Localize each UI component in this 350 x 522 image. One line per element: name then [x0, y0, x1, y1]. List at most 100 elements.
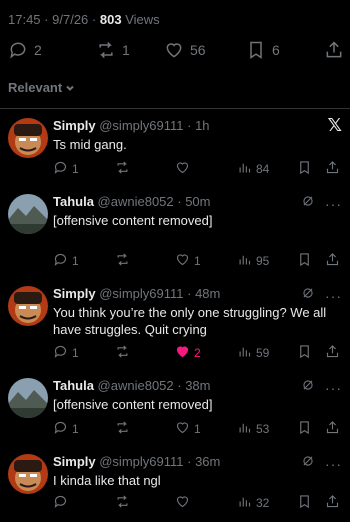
bookmark-button[interactable]: [297, 344, 312, 362]
avatar[interactable]: [8, 454, 48, 494]
reply-age[interactable]: 48m: [195, 286, 220, 301]
speech-bubble-icon: [53, 160, 68, 178]
avatar[interactable]: [8, 194, 48, 234]
heart-icon: [166, 43, 182, 58]
reply-item[interactable]: Tahula @awnie8052 · 50m ··· [offensive con…: [0, 190, 350, 278]
author-handle[interactable]: @simply69111: [96, 286, 183, 301]
author-name[interactable]: Simply: [53, 118, 96, 133]
reply-button[interactable]: 1: [53, 252, 79, 270]
reply-item[interactable]: Simply @simply69111 · 48m ··· You think yo…: [0, 282, 350, 370]
bookmark-button[interactable]: [297, 420, 312, 438]
author-handle[interactable]: @awnie8052: [94, 378, 174, 393]
reply-button[interactable]: 1: [53, 420, 79, 438]
avatar[interactable]: [8, 378, 48, 418]
views-count: 84: [256, 162, 270, 176]
like-button[interactable]: 2: [175, 344, 201, 362]
reply-age[interactable]: 36m: [195, 454, 220, 469]
sort-selector[interactable]: Relevant: [8, 80, 75, 95]
like-button[interactable]: 1: [175, 252, 201, 270]
author-handle[interactable]: @awnie8052: [94, 194, 174, 209]
author-name[interactable]: Tahula: [53, 194, 94, 209]
more-dots-icon[interactable]: ···: [325, 457, 342, 471]
repost-button[interactable]: [115, 420, 134, 438]
share-upload-icon: [325, 494, 340, 512]
bookmark-button[interactable]: [297, 494, 312, 512]
author-handle[interactable]: @simply69111: [96, 454, 183, 469]
reply-actions: 1 1 95: [53, 252, 343, 272]
share-button[interactable]: [325, 252, 340, 270]
grok-icon[interactable]: [301, 194, 315, 213]
bar-chart-icon: [237, 420, 252, 438]
heart-icon: [175, 494, 190, 512]
repost-button[interactable]: [115, 344, 134, 362]
repost-button[interactable]: [115, 252, 134, 270]
more-dots-icon[interactable]: ···: [325, 381, 342, 395]
bookmark-count: 6: [272, 42, 280, 58]
views-count: 59: [256, 346, 270, 360]
speech-bubble-icon: [53, 420, 68, 438]
reply-stat-button[interactable]: 2: [8, 40, 42, 60]
share-button[interactable]: [325, 160, 340, 178]
views-button[interactable]: 32: [237, 494, 269, 512]
reply-button[interactable]: 1: [53, 160, 79, 178]
reply-text: Ts mid gang.: [53, 137, 127, 152]
views-button[interactable]: 59: [237, 344, 269, 362]
views-label: Views: [125, 12, 160, 27]
grok-icon[interactable]: [301, 454, 315, 473]
like-count: 2: [194, 346, 201, 360]
reply-item[interactable]: Simply @simply69111 · 36m ··· I kinda like…: [0, 450, 350, 522]
author-name[interactable]: Tahula: [53, 378, 94, 393]
repost-stat-button[interactable]: 1: [96, 40, 130, 60]
views-button[interactable]: 95: [237, 252, 269, 270]
reply-item[interactable]: Tahula @awnie8052 · 38m ··· [offensive con…: [0, 374, 350, 446]
reply-age[interactable]: 1h: [195, 118, 209, 133]
reply-age[interactable]: 50m: [185, 194, 210, 209]
share-button[interactable]: [325, 494, 340, 512]
post-date: 9/7/26: [52, 12, 89, 27]
like-stat-button[interactable]: 56: [164, 40, 206, 60]
views-button[interactable]: 84: [237, 160, 269, 178]
grok-icon[interactable]: [301, 286, 315, 305]
author-name[interactable]: Simply: [53, 286, 96, 301]
share-upload-icon: [326, 41, 342, 58]
bar-chart-icon: [237, 160, 252, 178]
sort-label: Relevant: [8, 80, 63, 95]
like-button[interactable]: [175, 160, 194, 178]
avatar[interactable]: [8, 286, 48, 326]
heart-icon: [175, 252, 190, 270]
reply-corner-actions: ···: [301, 286, 342, 305]
bookmark-button[interactable]: [297, 252, 312, 270]
bookmark-icon: [297, 494, 312, 512]
reply-button[interactable]: 1: [53, 344, 79, 362]
bookmark-icon: [297, 344, 312, 362]
like-count: 56: [190, 42, 206, 58]
reply-count: 1: [72, 422, 79, 436]
post-stats-bar: 2 1 56 6: [8, 40, 342, 64]
repost-arrows-icon: [115, 252, 130, 270]
reply-header: Simply @simply69111 · 36m: [53, 454, 220, 469]
repost-button[interactable]: [115, 494, 134, 512]
grok-icon[interactable]: [301, 378, 315, 397]
reply-age[interactable]: 38m: [185, 378, 210, 393]
bookmark-button[interactable]: [297, 160, 312, 178]
share-stat-button[interactable]: [324, 40, 344, 60]
avatar[interactable]: [8, 118, 48, 158]
separator: ·: [183, 118, 196, 133]
author-name[interactable]: Simply: [53, 454, 96, 469]
share-button[interactable]: [325, 344, 340, 362]
reply-button[interactable]: [53, 494, 72, 512]
more-dots-icon[interactable]: ···: [325, 289, 342, 303]
more-dots-icon[interactable]: ···: [325, 197, 342, 211]
reply-item[interactable]: Simply @simply69111 · 1h 𝕏 Ts mid gang. 1 84: [0, 114, 350, 186]
reply-header: Simply @simply69111 · 1h: [53, 118, 210, 133]
share-button[interactable]: [325, 420, 340, 438]
bookmark-stat-button[interactable]: 6: [246, 40, 280, 60]
repost-button[interactable]: [115, 160, 134, 178]
reply-text: You think you’re the only one struggling…: [53, 305, 327, 337]
author-handle[interactable]: @simply69111: [96, 118, 183, 133]
chevron-down-icon: [66, 85, 74, 91]
views-button[interactable]: 53: [237, 420, 269, 438]
like-button[interactable]: [175, 494, 194, 512]
heart-icon: [175, 344, 190, 362]
like-button[interactable]: 1: [175, 420, 201, 438]
